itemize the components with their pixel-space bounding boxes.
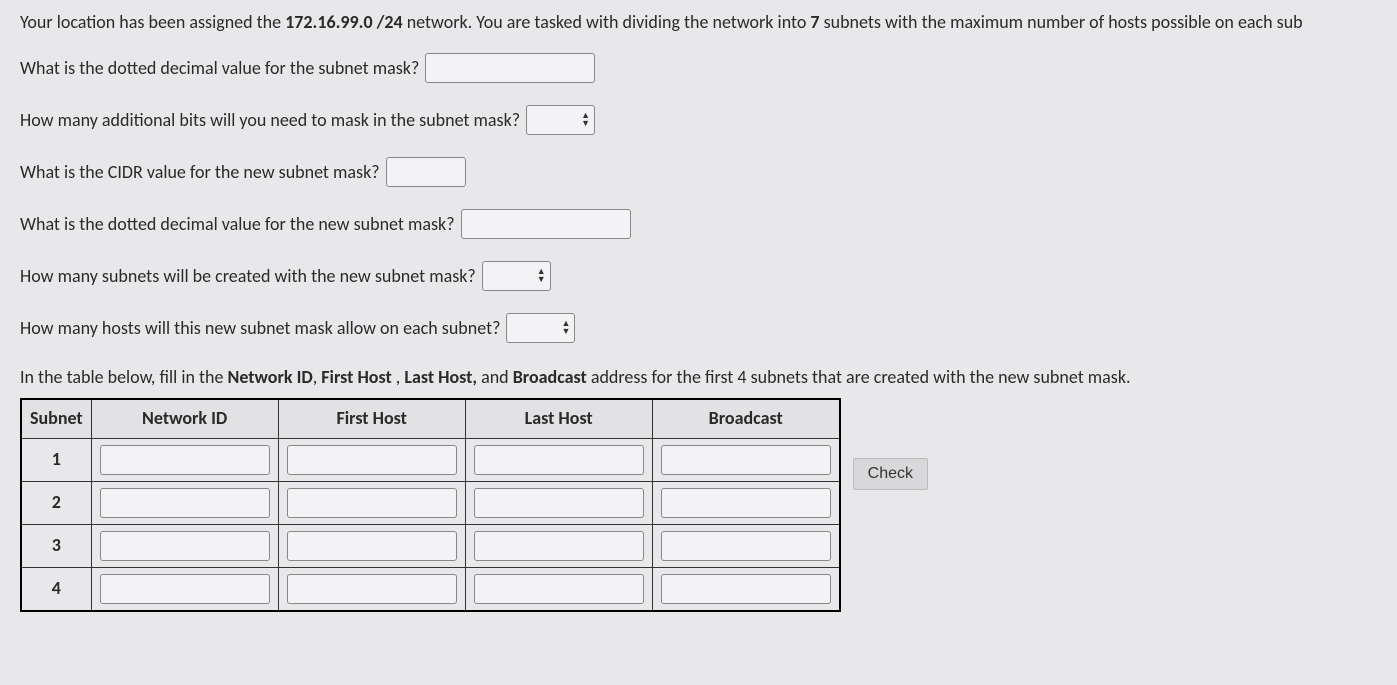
intro-network: 172.16.99.0 /24: [285, 11, 402, 33]
q3-label: What is the CIDR value for the new subne…: [20, 160, 380, 185]
q4-label: What is the dotted decimal value for the…: [20, 212, 455, 237]
question-6: How many hosts will this new subnet mask…: [20, 313, 1377, 343]
q2-label: How many additional bits will you need t…: [20, 108, 520, 133]
row-num: 2: [52, 491, 61, 513]
table-intro: In the table below, fill in the Network …: [20, 365, 1377, 390]
netid-input[interactable]: [100, 445, 270, 475]
intro-subnets: 7: [810, 11, 819, 33]
th-bcast: Broadcast: [652, 399, 840, 438]
last-host-input[interactable]: [474, 488, 644, 518]
row-num: 1: [52, 448, 61, 470]
first-host-input[interactable]: [287, 488, 457, 518]
row-num: 3: [52, 534, 61, 556]
stepper-caret-icon[interactable]: ▲▼: [557, 320, 570, 336]
table-row: 2: [21, 481, 840, 524]
last-host-input[interactable]: [474, 531, 644, 561]
stepper-caret-icon[interactable]: ▲▼: [533, 268, 546, 284]
subnet-table: Subnet Network ID First Host Last Host B…: [20, 398, 841, 611]
q5-input[interactable]: [491, 266, 533, 286]
intro-pre: Your location has been assigned the: [20, 11, 285, 33]
question-4: What is the dotted decimal value for the…: [20, 209, 1377, 239]
q6-label: How many hosts will this new subnet mask…: [20, 316, 500, 341]
th-subnet: Subnet: [21, 399, 91, 438]
question-2: How many additional bits will you need t…: [20, 105, 1377, 135]
broadcast-input[interactable]: [661, 531, 831, 561]
last-host-input[interactable]: [474, 445, 644, 475]
table-row: 4: [21, 567, 840, 611]
first-host-input[interactable]: [287, 531, 457, 561]
broadcast-input[interactable]: [661, 445, 831, 475]
intro-text: Your location has been assigned the 172.…: [20, 10, 1377, 35]
q2-input[interactable]: [535, 110, 577, 130]
q3-input[interactable]: [386, 157, 466, 187]
first-host-input[interactable]: [287, 445, 457, 475]
netid-input[interactable]: [100, 531, 270, 561]
q1-label: What is the dotted decimal value for the…: [20, 56, 419, 81]
netid-input[interactable]: [100, 574, 270, 604]
q2-stepper[interactable]: ▲▼: [526, 105, 595, 135]
netid-input[interactable]: [100, 488, 270, 518]
q6-stepper[interactable]: ▲▼: [506, 313, 575, 343]
row-num: 4: [52, 577, 61, 599]
first-host-input[interactable]: [287, 574, 457, 604]
q5-label: How many subnets will be created with th…: [20, 264, 476, 289]
intro-mid: network. You are tasked with dividing th…: [403, 11, 811, 33]
th-first: First Host: [278, 399, 465, 438]
check-button[interactable]: Check: [853, 458, 928, 490]
q5-stepper[interactable]: ▲▼: [482, 261, 551, 291]
th-netid: Network ID: [91, 399, 278, 438]
intro-post: subnets with the maximum number of hosts…: [820, 11, 1303, 33]
table-row: 3: [21, 524, 840, 567]
q4-input[interactable]: [461, 209, 631, 239]
broadcast-input[interactable]: [661, 488, 831, 518]
question-1: What is the dotted decimal value for the…: [20, 53, 1377, 83]
table-row: 1: [21, 438, 840, 481]
question-3: What is the CIDR value for the new subne…: [20, 157, 1377, 187]
q6-input[interactable]: [515, 318, 557, 338]
broadcast-input[interactable]: [661, 574, 831, 604]
question-5: How many subnets will be created with th…: [20, 261, 1377, 291]
th-last: Last Host: [465, 399, 652, 438]
stepper-caret-icon[interactable]: ▲▼: [577, 112, 590, 128]
q1-input[interactable]: [425, 53, 595, 83]
last-host-input[interactable]: [474, 574, 644, 604]
